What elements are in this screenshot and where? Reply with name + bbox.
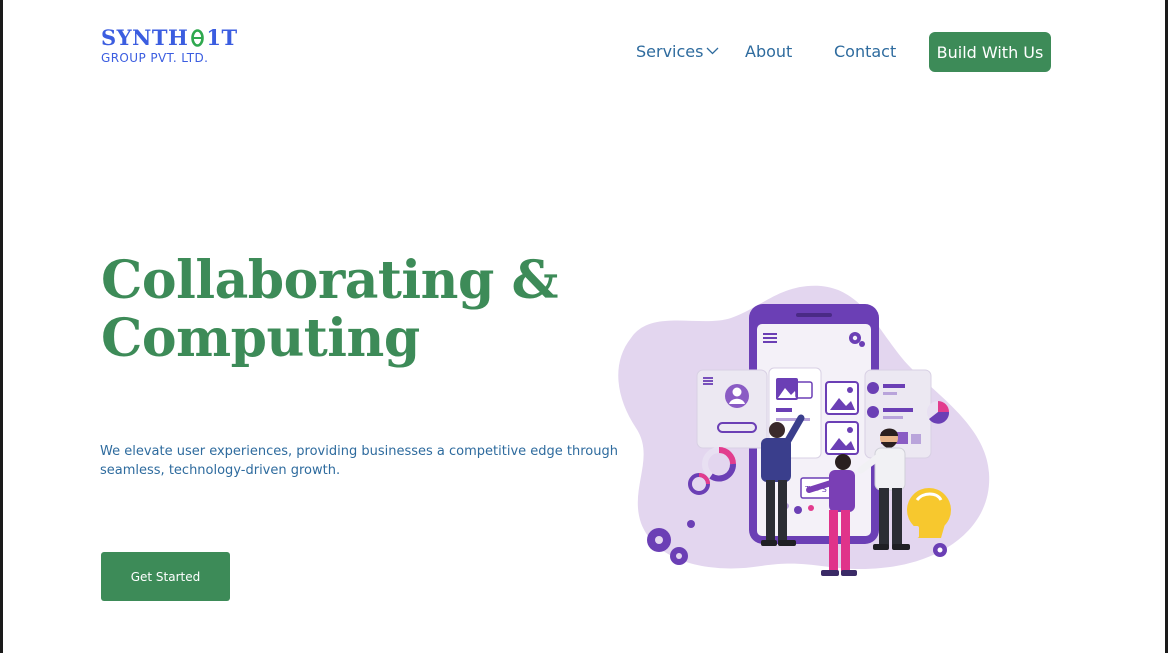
hero-title-line2: Computing	[101, 308, 420, 369]
brand-logo[interactable]: SYNTH 1T GROUP PVT. LTD.	[101, 27, 238, 64]
nav-services-label: Services	[636, 42, 704, 61]
brand-name-left: SYNTH	[101, 25, 189, 50]
hero-description: We elevate user experiences, providing b…	[100, 444, 618, 478]
brand-name-right: 1T	[206, 25, 238, 50]
chevron-down-icon	[707, 47, 719, 55]
nav-about[interactable]: About	[745, 32, 792, 72]
nav-services[interactable]: Services	[636, 32, 719, 72]
gear-icon	[933, 543, 947, 557]
build-with-us-button[interactable]: Build With Us	[929, 32, 1051, 72]
binary-zero-icon	[191, 28, 205, 47]
hero-title: Collaborating & Computing	[101, 252, 621, 368]
hero-title-line1: Collaborating &	[101, 250, 558, 311]
pie-chart-icon	[927, 401, 950, 424]
team-collaborating-illustration: T = S	[618, 285, 990, 576]
brand-wordmark: SYNTH 1T	[101, 27, 238, 48]
site-header: SYNTH 1T GROUP PVT. LTD. Services About …	[3, 0, 1165, 90]
get-started-button[interactable]: Get Started	[101, 552, 230, 601]
nav-contact[interactable]: Contact	[834, 32, 896, 72]
brand-subtitle: GROUP PVT. LTD.	[101, 51, 209, 65]
